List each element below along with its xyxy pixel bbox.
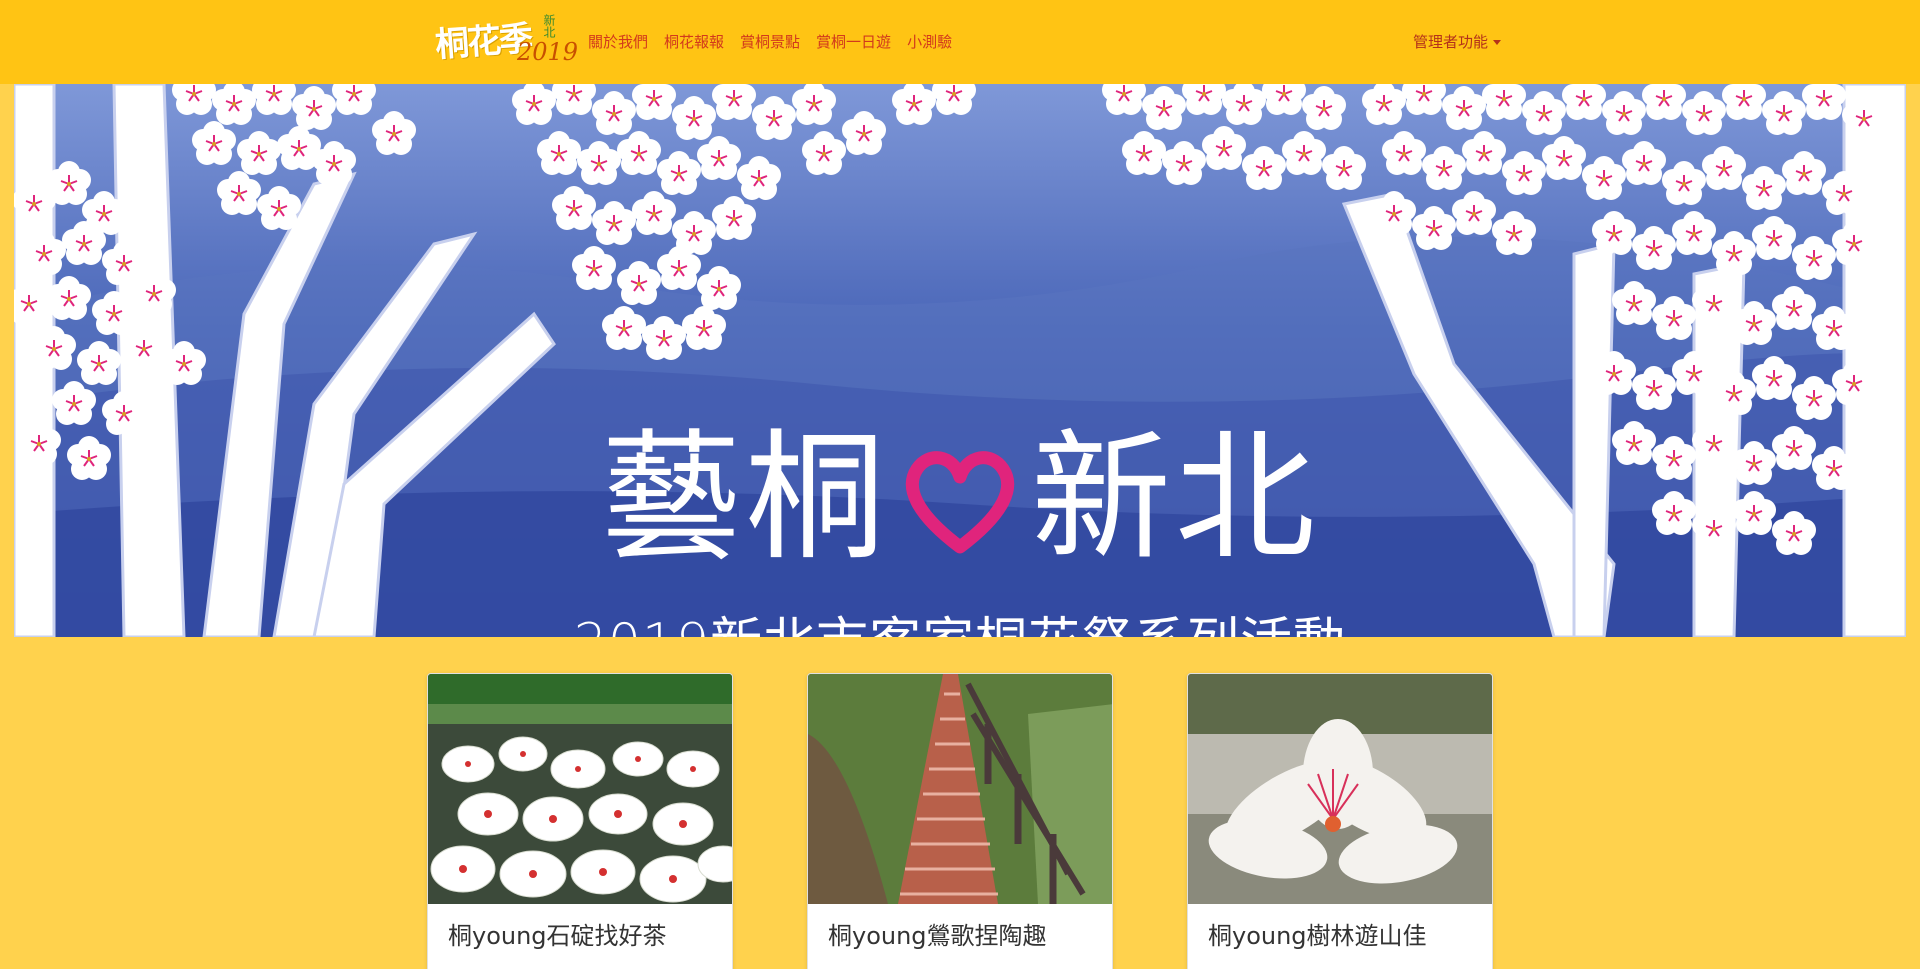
card-image-white-tung-flowers bbox=[428, 674, 732, 904]
nav-link-quiz[interactable]: 小測驗 bbox=[899, 30, 960, 54]
banner-subtitle: 2019新北市客家桐花祭系列活動 bbox=[14, 612, 1906, 637]
nav-links: 關於我們 桐花報報 賞桐景點 賞桐一日遊 小測驗 bbox=[580, 30, 960, 54]
nav-link-news[interactable]: 桐花報報 bbox=[656, 30, 732, 54]
banner-title-right: 新北 bbox=[1031, 417, 1320, 580]
card-shulin[interactable]: 桐young樹林遊山佳 bbox=[1187, 673, 1493, 969]
card-yingge[interactable]: 桐young鶯歌捏陶趣 bbox=[807, 673, 1113, 969]
card-image-single-tung-flower bbox=[1188, 674, 1492, 904]
nav-link-day-trip[interactable]: 賞桐一日遊 bbox=[808, 30, 899, 54]
itinerary-cards: 桐young石碇找好茶 桐young鶯歌捏陶趣 桐young樹林遊山佳 bbox=[427, 673, 1495, 969]
admin-dropdown[interactable]: 管理者功能 bbox=[1413, 30, 1502, 54]
brand-logo-sub: 新北 bbox=[542, 14, 556, 38]
heart-icon bbox=[905, 450, 1015, 553]
brand-logo[interactable]: 桐花季 新北 2019 bbox=[434, 12, 579, 72]
banner-title-left: 藝桐 bbox=[600, 417, 889, 580]
banner-title: 藝桐 新北 bbox=[14, 424, 1906, 574]
card-title: 桐young樹林遊山佳 bbox=[1208, 922, 1427, 950]
caret-down-icon bbox=[1493, 40, 1502, 45]
hero-carousel[interactable]: 藝桐 新北 2019新北市客家桐花祭系列活動 bbox=[14, 84, 1906, 637]
card-title: 桐young鶯歌捏陶趣 bbox=[828, 922, 1047, 950]
card-image-forest-staircase bbox=[808, 674, 1112, 904]
card-shiding[interactable]: 桐young石碇找好茶 bbox=[427, 673, 733, 969]
brand-logo-year: 2019 bbox=[517, 38, 579, 66]
admin-dropdown-label: 管理者功能 bbox=[1413, 33, 1489, 51]
nav-link-spots[interactable]: 賞桐景點 bbox=[732, 30, 808, 54]
top-navbar: 桐花季 新北 2019 關於我們 桐花報報 賞桐景點 賞桐一日遊 小測驗 管理者… bbox=[0, 0, 1920, 84]
card-title: 桐young石碇找好茶 bbox=[448, 922, 667, 950]
nav-link-about[interactable]: 關於我們 bbox=[580, 30, 656, 54]
